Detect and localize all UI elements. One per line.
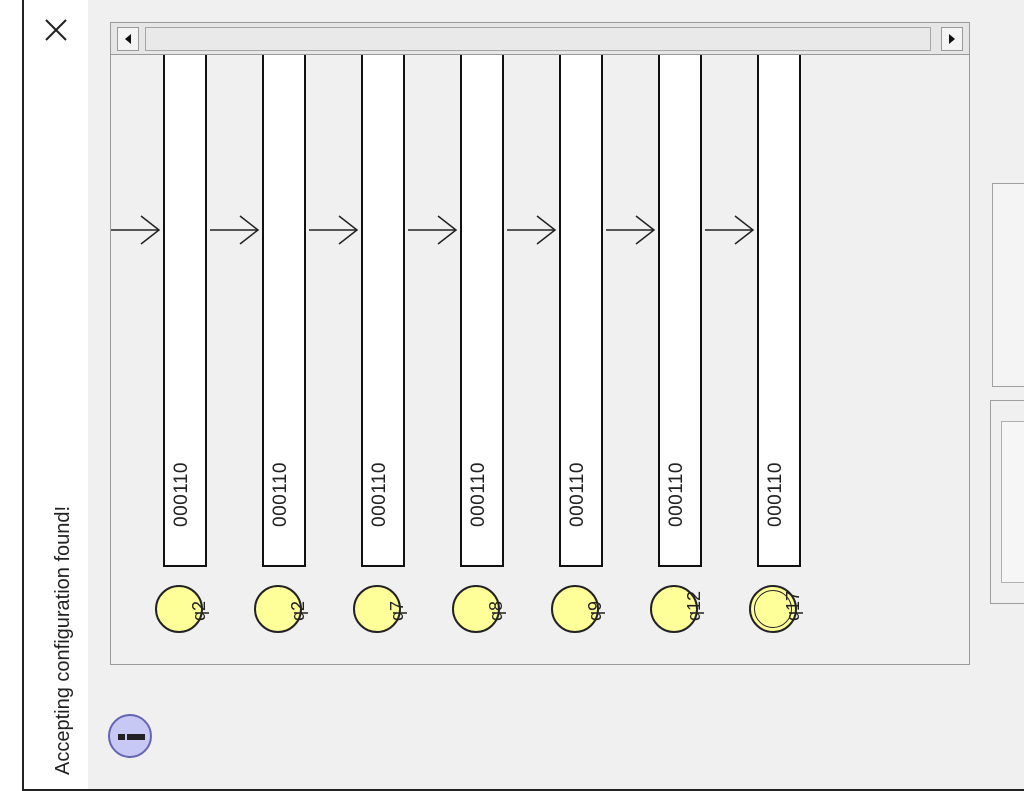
state-label: q8 [486, 600, 506, 621]
info-icon-dot [118, 734, 125, 740]
state-circle: q12 [650, 585, 704, 633]
arrow-icon [309, 215, 359, 245]
state-circle: q7 [353, 585, 407, 633]
configurations-panel: 000110 q2 000110 q2 000110 q7 000110 q8 … [110, 55, 970, 665]
info-icon-bar [127, 734, 145, 740]
tape-contents: 000110 [765, 462, 786, 527]
tape-contents: 000110 [468, 462, 489, 527]
side-panel-bottom [990, 400, 1024, 604]
configuration-item: 000110 q17 [705, 55, 805, 655]
arrow-icon [705, 215, 755, 245]
state-label: q9 [585, 600, 605, 621]
state-label: q12 [684, 590, 704, 621]
scroll-thumb[interactable] [145, 27, 931, 51]
state-label: q2 [288, 600, 308, 621]
arrow-left-icon [125, 34, 131, 44]
configuration-item: 000110 q2 [210, 55, 310, 655]
configuration-item: 000110 q2 [111, 55, 211, 655]
scroll-right-button[interactable] [941, 27, 963, 51]
state-label: q17 [783, 590, 803, 621]
dialog-title: Accepting configuration found! [52, 505, 74, 775]
side-panel-field [1001, 421, 1024, 583]
configuration-item: 000110 q7 [309, 55, 409, 655]
state-circle: q8 [452, 585, 506, 633]
arrow-icon [210, 215, 260, 245]
tape-contents: 000110 [567, 462, 588, 527]
close-icon[interactable] [40, 14, 72, 46]
horizontal-scrollbar[interactable] [110, 22, 970, 55]
configuration-item: 000110 q12 [606, 55, 706, 655]
state-circle: q2 [155, 585, 209, 633]
info-icon [108, 714, 152, 758]
arrow-icon [111, 215, 161, 245]
arrow-icon [507, 215, 557, 245]
tape-contents: 000110 [270, 462, 291, 527]
scroll-left-button[interactable] [117, 27, 139, 51]
arrow-icon [606, 215, 656, 245]
configuration-item: 000110 q9 [507, 55, 607, 655]
side-panel-top [992, 183, 1024, 387]
state-circle: q9 [551, 585, 605, 633]
final-state-circle: q17 [749, 585, 803, 633]
tape-contents: 000110 [369, 462, 390, 527]
state-label: q2 [189, 600, 209, 621]
tape-contents: 000110 [666, 462, 687, 527]
state-label: q7 [387, 600, 407, 621]
accepting-configuration-dialog: Accepting configuration found! 000110 q2 [0, 0, 1024, 791]
tape-contents: 000110 [171, 462, 192, 527]
arrow-icon [408, 215, 458, 245]
configuration-item: 000110 q8 [408, 55, 508, 655]
state-circle: q2 [254, 585, 308, 633]
arrow-right-icon [949, 34, 955, 44]
